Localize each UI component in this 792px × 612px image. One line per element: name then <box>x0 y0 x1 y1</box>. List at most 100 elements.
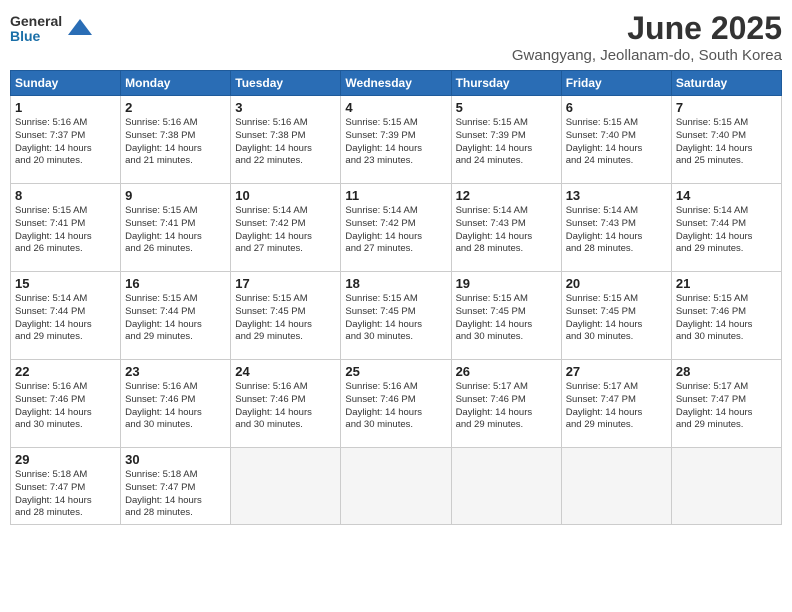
sunrise-line: Sunrise: 5:16 AM <box>235 117 336 130</box>
sunrise-line: Sunrise: 5:15 AM <box>456 117 557 130</box>
daylight-minutes-line: and 29 minutes. <box>676 243 777 256</box>
sunrise-line: Sunrise: 5:15 AM <box>15 205 116 218</box>
table-row: 14 Sunrise: 5:14 AM Sunset: 7:44 PM Dayl… <box>671 184 781 272</box>
sunset-line: Sunset: 7:39 PM <box>345 130 446 143</box>
table-row <box>451 448 561 525</box>
day-number: 24 <box>235 364 336 379</box>
logo: General Blue <box>10 14 94 45</box>
daylight-line: Daylight: 14 hours <box>676 231 777 244</box>
table-row: 23 Sunrise: 5:16 AM Sunset: 7:46 PM Dayl… <box>121 360 231 448</box>
daylight-line: Daylight: 14 hours <box>345 231 446 244</box>
day-number: 7 <box>676 100 777 115</box>
header: General Blue June 2025 Gwangyang, Jeolla… <box>10 10 782 64</box>
daylight-minutes-line: and 28 minutes. <box>125 507 226 520</box>
sunrise-line: Sunrise: 5:16 AM <box>235 381 336 394</box>
day-number: 29 <box>15 452 116 467</box>
daylight-minutes-line: and 26 minutes. <box>15 243 116 256</box>
sunrise-line: Sunrise: 5:15 AM <box>676 293 777 306</box>
location-title: Gwangyang, Jeollanam-do, South Korea <box>512 47 782 64</box>
sunset-line: Sunset: 7:46 PM <box>676 306 777 319</box>
daylight-line: Daylight: 14 hours <box>15 231 116 244</box>
table-row: 7 Sunrise: 5:15 AM Sunset: 7:40 PM Dayli… <box>671 96 781 184</box>
sunset-line: Sunset: 7:44 PM <box>15 306 116 319</box>
daylight-minutes-line: and 29 minutes. <box>566 419 667 432</box>
daylight-minutes-line: and 29 minutes. <box>235 331 336 344</box>
table-row: 27 Sunrise: 5:17 AM Sunset: 7:47 PM Dayl… <box>561 360 671 448</box>
sunset-line: Sunset: 7:47 PM <box>125 482 226 495</box>
table-row: 13 Sunrise: 5:14 AM Sunset: 7:43 PM Dayl… <box>561 184 671 272</box>
day-number: 22 <box>15 364 116 379</box>
table-row: 19 Sunrise: 5:15 AM Sunset: 7:45 PM Dayl… <box>451 272 561 360</box>
day-number: 23 <box>125 364 226 379</box>
daylight-line: Daylight: 14 hours <box>676 143 777 156</box>
th-friday: Friday <box>561 71 671 96</box>
daylight-line: Daylight: 14 hours <box>235 407 336 420</box>
table-row: 29 Sunrise: 5:18 AM Sunset: 7:47 PM Dayl… <box>11 448 121 525</box>
day-number: 13 <box>566 188 667 203</box>
table-row: 8 Sunrise: 5:15 AM Sunset: 7:41 PM Dayli… <box>11 184 121 272</box>
daylight-minutes-line: and 20 minutes. <box>15 155 116 168</box>
sunrise-line: Sunrise: 5:15 AM <box>456 293 557 306</box>
sunrise-line: Sunrise: 5:16 AM <box>125 117 226 130</box>
daylight-minutes-line: and 30 minutes. <box>676 331 777 344</box>
daylight-line: Daylight: 14 hours <box>235 143 336 156</box>
sunrise-line: Sunrise: 5:14 AM <box>345 205 446 218</box>
sunset-line: Sunset: 7:41 PM <box>125 218 226 231</box>
sunrise-line: Sunrise: 5:18 AM <box>125 469 226 482</box>
sunset-line: Sunset: 7:37 PM <box>15 130 116 143</box>
th-tuesday: Tuesday <box>231 71 341 96</box>
day-number: 20 <box>566 276 667 291</box>
daylight-minutes-line: and 30 minutes. <box>235 419 336 432</box>
sunset-line: Sunset: 7:46 PM <box>456 394 557 407</box>
th-sunday: Sunday <box>11 71 121 96</box>
table-row: 12 Sunrise: 5:14 AM Sunset: 7:43 PM Dayl… <box>451 184 561 272</box>
calendar-table: Sunday Monday Tuesday Wednesday Thursday… <box>10 70 782 525</box>
daylight-minutes-line: and 21 minutes. <box>125 155 226 168</box>
daylight-minutes-line: and 24 minutes. <box>566 155 667 168</box>
daylight-line: Daylight: 14 hours <box>566 319 667 332</box>
daylight-line: Daylight: 14 hours <box>456 231 557 244</box>
sunset-line: Sunset: 7:45 PM <box>456 306 557 319</box>
sunrise-line: Sunrise: 5:16 AM <box>345 381 446 394</box>
table-row: 1 Sunrise: 5:16 AM Sunset: 7:37 PM Dayli… <box>11 96 121 184</box>
daylight-line: Daylight: 14 hours <box>15 143 116 156</box>
sunrise-line: Sunrise: 5:17 AM <box>676 381 777 394</box>
table-row <box>671 448 781 525</box>
logo-general: General <box>10 14 62 29</box>
daylight-minutes-line: and 28 minutes. <box>456 243 557 256</box>
table-row <box>561 448 671 525</box>
table-row: 10 Sunrise: 5:14 AM Sunset: 7:42 PM Dayl… <box>231 184 341 272</box>
daylight-line: Daylight: 14 hours <box>125 143 226 156</box>
day-number: 19 <box>456 276 557 291</box>
table-row: 21 Sunrise: 5:15 AM Sunset: 7:46 PM Dayl… <box>671 272 781 360</box>
day-number: 10 <box>235 188 336 203</box>
day-number: 26 <box>456 364 557 379</box>
table-row: 11 Sunrise: 5:14 AM Sunset: 7:42 PM Dayl… <box>341 184 451 272</box>
daylight-minutes-line: and 30 minutes. <box>345 419 446 432</box>
daylight-line: Daylight: 14 hours <box>345 143 446 156</box>
daylight-line: Daylight: 14 hours <box>125 231 226 244</box>
sunrise-line: Sunrise: 5:14 AM <box>456 205 557 218</box>
month-title: June 2025 <box>512 10 782 47</box>
sunrise-line: Sunrise: 5:16 AM <box>15 117 116 130</box>
day-number: 2 <box>125 100 226 115</box>
daylight-minutes-line: and 23 minutes. <box>345 155 446 168</box>
th-saturday: Saturday <box>671 71 781 96</box>
table-row: 28 Sunrise: 5:17 AM Sunset: 7:47 PM Dayl… <box>671 360 781 448</box>
sunrise-line: Sunrise: 5:15 AM <box>125 293 226 306</box>
day-number: 5 <box>456 100 557 115</box>
sunrise-line: Sunrise: 5:16 AM <box>15 381 116 394</box>
logo-blue: Blue <box>10 29 62 44</box>
day-number: 1 <box>15 100 116 115</box>
daylight-minutes-line: and 26 minutes. <box>125 243 226 256</box>
table-row: 2 Sunrise: 5:16 AM Sunset: 7:38 PM Dayli… <box>121 96 231 184</box>
daylight-line: Daylight: 14 hours <box>456 319 557 332</box>
sunset-line: Sunset: 7:39 PM <box>456 130 557 143</box>
day-number: 21 <box>676 276 777 291</box>
sunrise-line: Sunrise: 5:15 AM <box>566 293 667 306</box>
daylight-minutes-line: and 22 minutes. <box>235 155 336 168</box>
daylight-minutes-line: and 30 minutes. <box>15 419 116 432</box>
sunset-line: Sunset: 7:40 PM <box>676 130 777 143</box>
table-row: 22 Sunrise: 5:16 AM Sunset: 7:46 PM Dayl… <box>11 360 121 448</box>
header-row: Sunday Monday Tuesday Wednesday Thursday… <box>11 71 782 96</box>
